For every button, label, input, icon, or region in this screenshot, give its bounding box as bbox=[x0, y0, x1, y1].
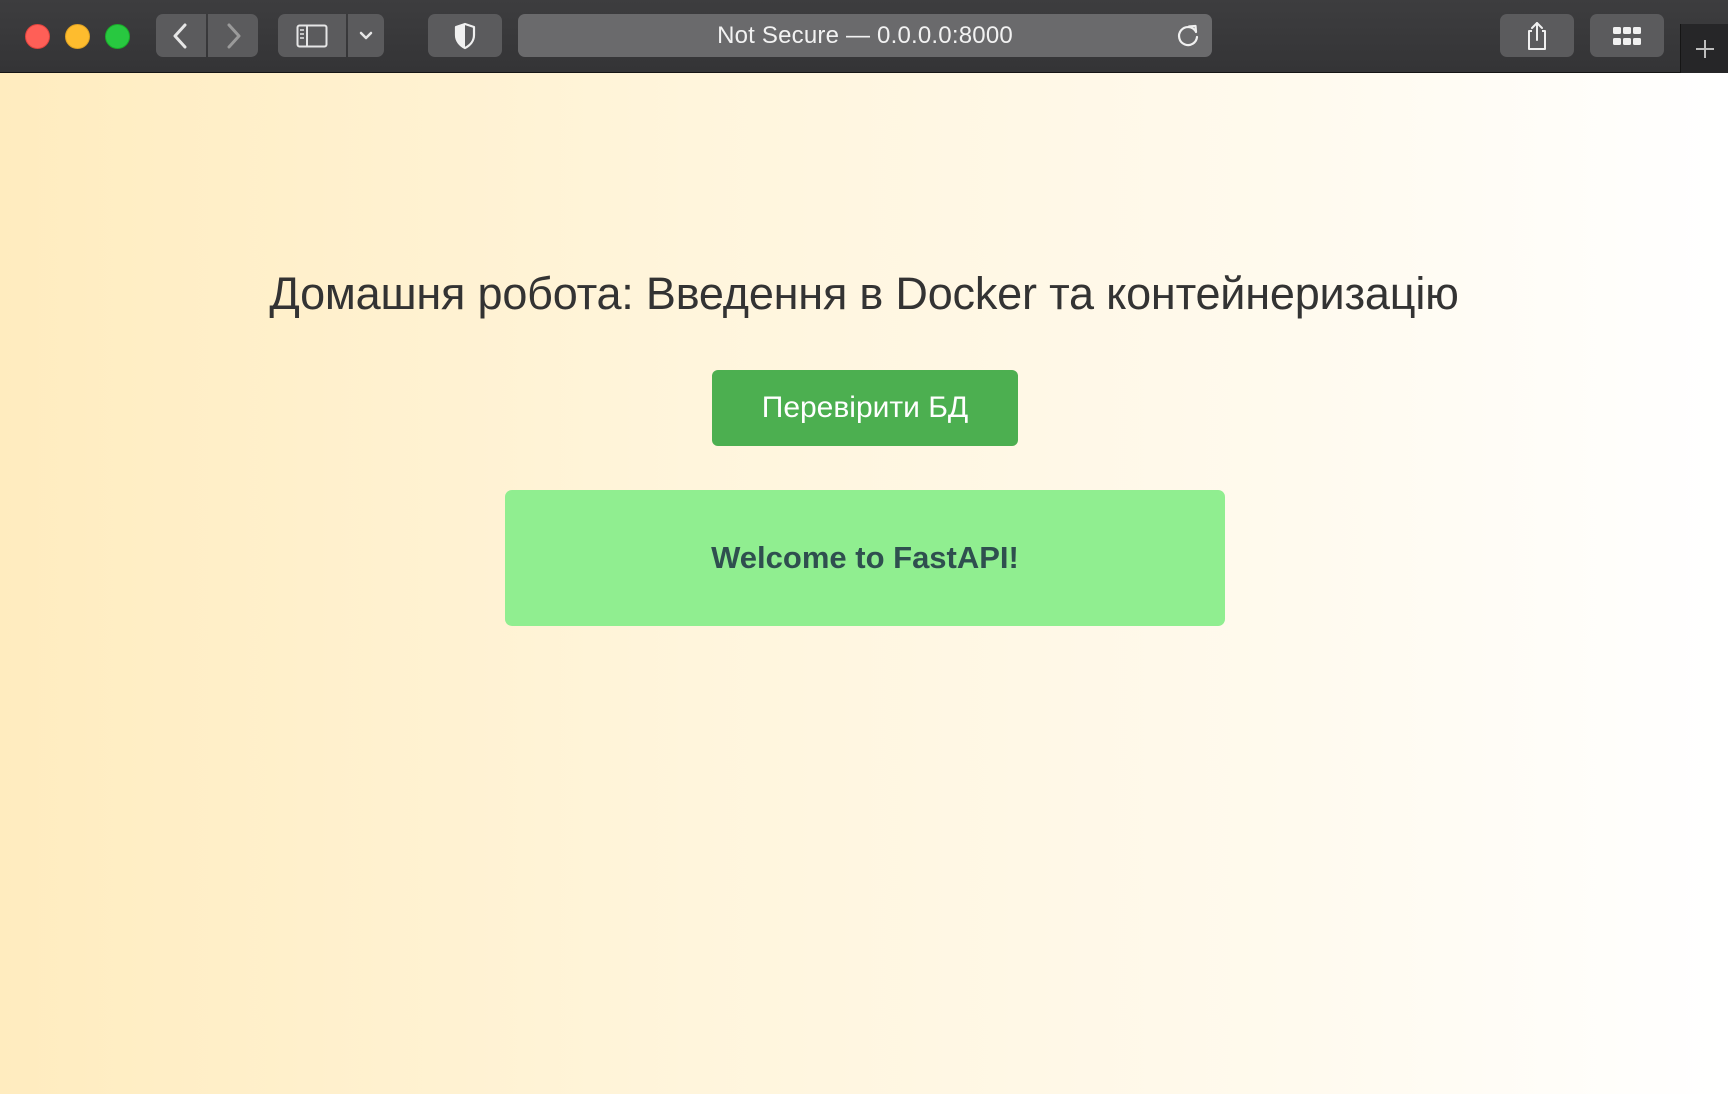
result-message-box: Welcome to FastAPI! bbox=[505, 490, 1225, 626]
chevron-down-icon bbox=[359, 31, 373, 39]
close-window-button[interactable] bbox=[25, 24, 50, 49]
browser-window: Not Secure — 0.0.0.0:8000 Домашня робота… bbox=[0, 0, 1728, 1094]
page-title: Домашня робота: Введення в Docker та кон… bbox=[269, 268, 1459, 319]
new-tab-button[interactable] bbox=[1680, 24, 1728, 73]
sidebar-icon bbox=[296, 24, 328, 47]
page-viewport: Домашня робота: Введення в Docker та кон… bbox=[0, 73, 1728, 1094]
share-button[interactable] bbox=[1500, 14, 1574, 57]
privacy-report-button[interactable] bbox=[428, 14, 502, 57]
maximize-window-button[interactable] bbox=[105, 24, 130, 49]
check-db-button[interactable]: Перевірити БД bbox=[712, 370, 1018, 446]
address-bar[interactable]: Not Secure — 0.0.0.0:8000 bbox=[518, 14, 1212, 57]
forward-button[interactable] bbox=[208, 14, 258, 57]
minimize-window-button[interactable] bbox=[65, 24, 90, 49]
chevron-right-icon bbox=[227, 23, 241, 48]
tab-overview-icon bbox=[1613, 26, 1641, 45]
shield-icon bbox=[454, 22, 476, 49]
back-button[interactable] bbox=[156, 14, 206, 57]
tab-overview-button[interactable] bbox=[1590, 14, 1664, 57]
browser-toolbar: Not Secure — 0.0.0.0:8000 bbox=[0, 0, 1728, 73]
result-message: Welcome to FastAPI! bbox=[711, 540, 1019, 575]
sidebar-toggle-button[interactable] bbox=[278, 14, 346, 57]
plus-icon bbox=[1695, 39, 1714, 58]
sidebar-dropdown-button[interactable] bbox=[348, 14, 384, 57]
address-text: Not Secure — 0.0.0.0:8000 bbox=[717, 21, 1013, 49]
chevron-left-icon bbox=[173, 23, 187, 48]
share-icon bbox=[1528, 21, 1546, 50]
reload-icon[interactable] bbox=[1174, 22, 1202, 50]
